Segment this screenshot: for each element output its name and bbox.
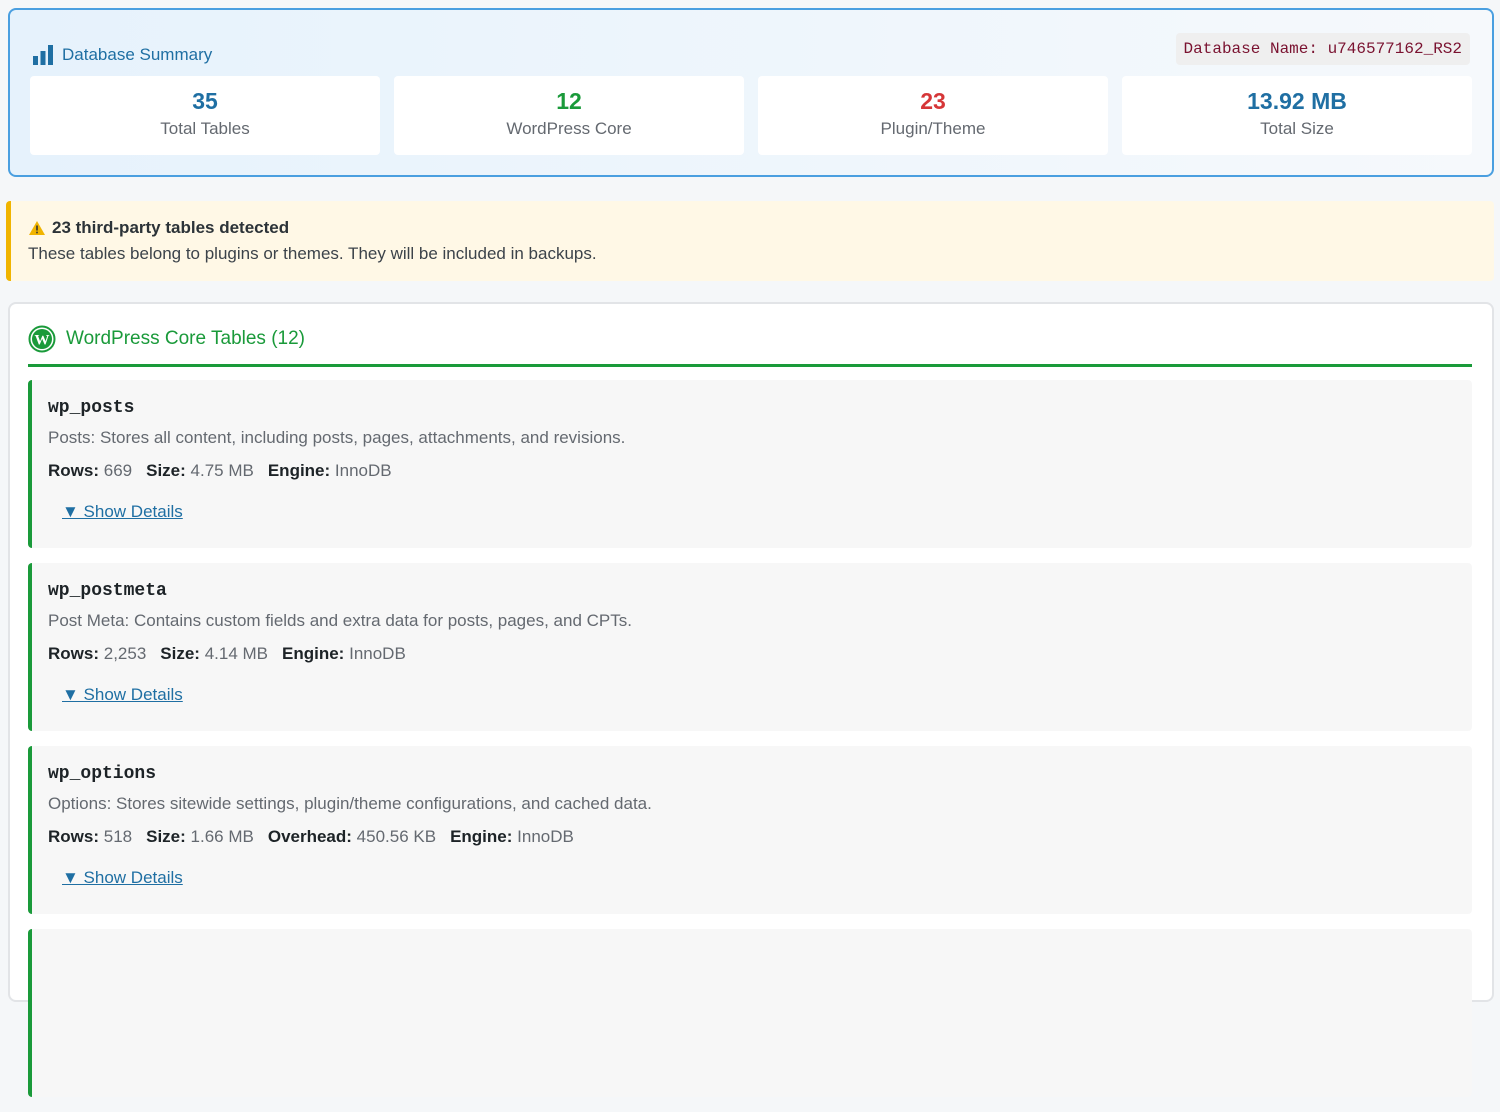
meta-value: 450.56 KB <box>356 827 437 846</box>
warning-icon <box>29 221 45 235</box>
meta-item: Rows: 2,253 <box>48 644 146 663</box>
warning-text: These tables belong to plugins or themes… <box>28 244 597 263</box>
meta-value: InnoDB <box>517 827 574 846</box>
third-party-warning: 23 third-party tables detected These tab… <box>6 201 1494 281</box>
stat-card: 12 WordPress Core <box>394 76 744 155</box>
meta-item: Size: 4.14 MB <box>160 644 268 663</box>
database-name: Database Name: u746577162_RS2 <box>1175 33 1470 65</box>
core-tables-section: W WordPress Core Tables (12) wp_posts Pos… <box>8 302 1494 1097</box>
table-card: wp_options Options: Stores sitewide setti… <box>28 746 1472 914</box>
table-meta: Rows: 2,253 Size: 4.14 MB Engine: InnoDB <box>48 644 1456 664</box>
bar-chart-icon <box>33 45 53 65</box>
stat-label: Total Size <box>1260 119 1334 138</box>
meta-value: 4.14 MB <box>204 644 269 663</box>
meta-label: Engine: <box>282 644 345 663</box>
table-card <box>28 929 1472 1097</box>
meta-value: 1.66 MB <box>190 827 254 846</box>
meta-label: Size: <box>160 644 200 663</box>
show-details-link[interactable]: ▼ Show Details <box>62 685 183 705</box>
core-tables-title: WordPress Core Tables (12) <box>66 328 306 349</box>
meta-label: Engine: <box>450 827 513 846</box>
table-description: Posts: Stores all content, including pos… <box>48 428 626 447</box>
table-card: wp_postmeta Post Meta: Contains custom fi… <box>28 563 1472 731</box>
summary-title: Database Summary <box>62 45 213 64</box>
meta-item: Engine: InnoDB <box>450 827 574 846</box>
meta-label: Size: <box>146 827 186 846</box>
table-name: wp_postmeta <box>48 581 167 601</box>
stat-value: 12 <box>556 88 582 114</box>
meta-item: Size: 1.66 MB <box>146 827 254 846</box>
meta-label: Size: <box>146 461 186 480</box>
stat-label: Plugin/Theme <box>880 119 986 138</box>
meta-label: Rows: <box>48 461 99 480</box>
meta-item: Engine: InnoDB <box>268 461 392 480</box>
meta-item: Overhead: 450.56 KB <box>268 827 436 846</box>
svg-text:W: W <box>35 333 50 349</box>
summary-heading: Database Summary <box>32 44 212 66</box>
stat-card: 23 Plugin/Theme <box>758 76 1108 155</box>
meta-value: 669 <box>103 461 133 480</box>
stat-value: 35 <box>192 88 218 114</box>
table-meta: Rows: 669 Size: 4.75 MB Engine: InnoDB <box>48 461 1456 481</box>
meta-label: Rows: <box>48 827 99 846</box>
warning-title: 23 third-party tables detected <box>52 218 290 237</box>
table-card: wp_posts Posts: Stores all content, inclu… <box>28 380 1472 548</box>
meta-value: 2,253 <box>103 644 147 663</box>
table-meta: Rows: 518 Size: 1.66 MB Overhead: 450.56 K… <box>48 827 1456 847</box>
table-description: Options: Stores sitewide settings, plugi… <box>48 794 652 813</box>
meta-item: Rows: 669 <box>48 461 132 480</box>
meta-value: InnoDB <box>349 644 406 663</box>
stat-value: 13.92 MB <box>1247 88 1347 114</box>
table-name: wp_options <box>48 764 157 784</box>
meta-value: 518 <box>103 827 133 846</box>
stat-value: 23 <box>920 88 946 114</box>
meta-label: Overhead: <box>267 827 352 846</box>
stat-card: 35 Total Tables <box>30 76 380 155</box>
wordpress-icon: W <box>28 325 56 353</box>
meta-value: InnoDB <box>334 461 392 480</box>
stat-label: WordPress Core <box>506 119 632 138</box>
meta-item: Size: 4.75 MB <box>146 461 254 480</box>
stat-label: Total Tables <box>160 119 250 138</box>
table-name: wp_posts <box>48 398 135 418</box>
database-summary-panel: Database Summary Database Name: u7465771… <box>8 8 1494 177</box>
meta-label: Rows: <box>48 644 99 663</box>
show-details-link[interactable]: ▼ Show Details <box>62 868 183 888</box>
meta-label: Engine: <box>267 461 331 480</box>
meta-item: Engine: InnoDB <box>282 644 406 663</box>
meta-value: 4.75 MB <box>190 461 254 480</box>
section-divider <box>28 364 1472 367</box>
table-description: Post Meta: Contains custom fields and ex… <box>48 611 632 630</box>
show-details-link[interactable]: ▼ Show Details <box>62 502 183 522</box>
meta-item: Rows: 518 <box>48 827 132 846</box>
stat-card: 13.92 MB Total Size <box>1122 76 1472 155</box>
